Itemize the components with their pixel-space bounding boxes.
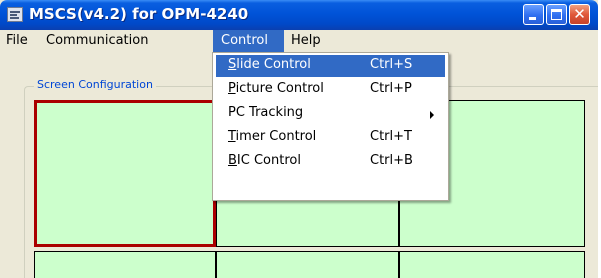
menu-item-bic-control[interactable]: BIC Control Ctrl+B xyxy=(216,151,445,173)
menu-item-slide-control[interactable]: Slide Control Ctrl+S xyxy=(216,55,445,77)
close-icon: ✕ xyxy=(573,5,586,23)
submenu-arrow-icon xyxy=(430,111,434,119)
window-title: MSCS(v4.2) for OPM-4240 xyxy=(29,5,249,23)
screen-cell-1[interactable] xyxy=(34,100,216,247)
shortcut-label: Ctrl+P xyxy=(370,81,412,96)
menu-communication[interactable]: Communication xyxy=(40,30,154,52)
shortcut-label: Ctrl+B xyxy=(370,153,413,168)
menu-help[interactable]: Help xyxy=(285,30,327,52)
minimize-icon xyxy=(529,17,536,20)
minimize-button[interactable] xyxy=(523,4,544,25)
screen-cell-5[interactable] xyxy=(216,251,399,278)
shortcut-label: Ctrl+S xyxy=(370,57,413,72)
app-window: MSCS(v4.2) for OPM-4240 ✕ File Communica… xyxy=(0,0,598,278)
maximize-button[interactable] xyxy=(546,4,567,25)
menu-item-picture-control[interactable]: Picture Control Ctrl+P xyxy=(216,79,445,101)
menu-control[interactable]: Control xyxy=(213,30,284,52)
menu-bar: File Communication Control Help xyxy=(0,30,598,52)
maximize-icon xyxy=(551,9,562,20)
screen-cell-6[interactable] xyxy=(399,251,585,278)
title-bar[interactable]: MSCS(v4.2) for OPM-4240 ✕ xyxy=(0,0,598,30)
shortcut-label: Ctrl+T xyxy=(370,129,412,144)
menu-item-pc-tracking[interactable]: PC Tracking xyxy=(216,103,445,125)
close-button[interactable]: ✕ xyxy=(569,4,590,25)
control-menu-dropdown: Slide Control Ctrl+S Picture Control Ctr… xyxy=(212,52,449,201)
menu-item-timer-control[interactable]: Timer Control Ctrl+T xyxy=(216,127,445,149)
menu-file[interactable]: File xyxy=(0,30,34,52)
screen-cell-4[interactable] xyxy=(34,251,216,278)
app-icon[interactable] xyxy=(7,7,23,22)
screen-configuration-label: Screen Configuration xyxy=(34,78,156,91)
